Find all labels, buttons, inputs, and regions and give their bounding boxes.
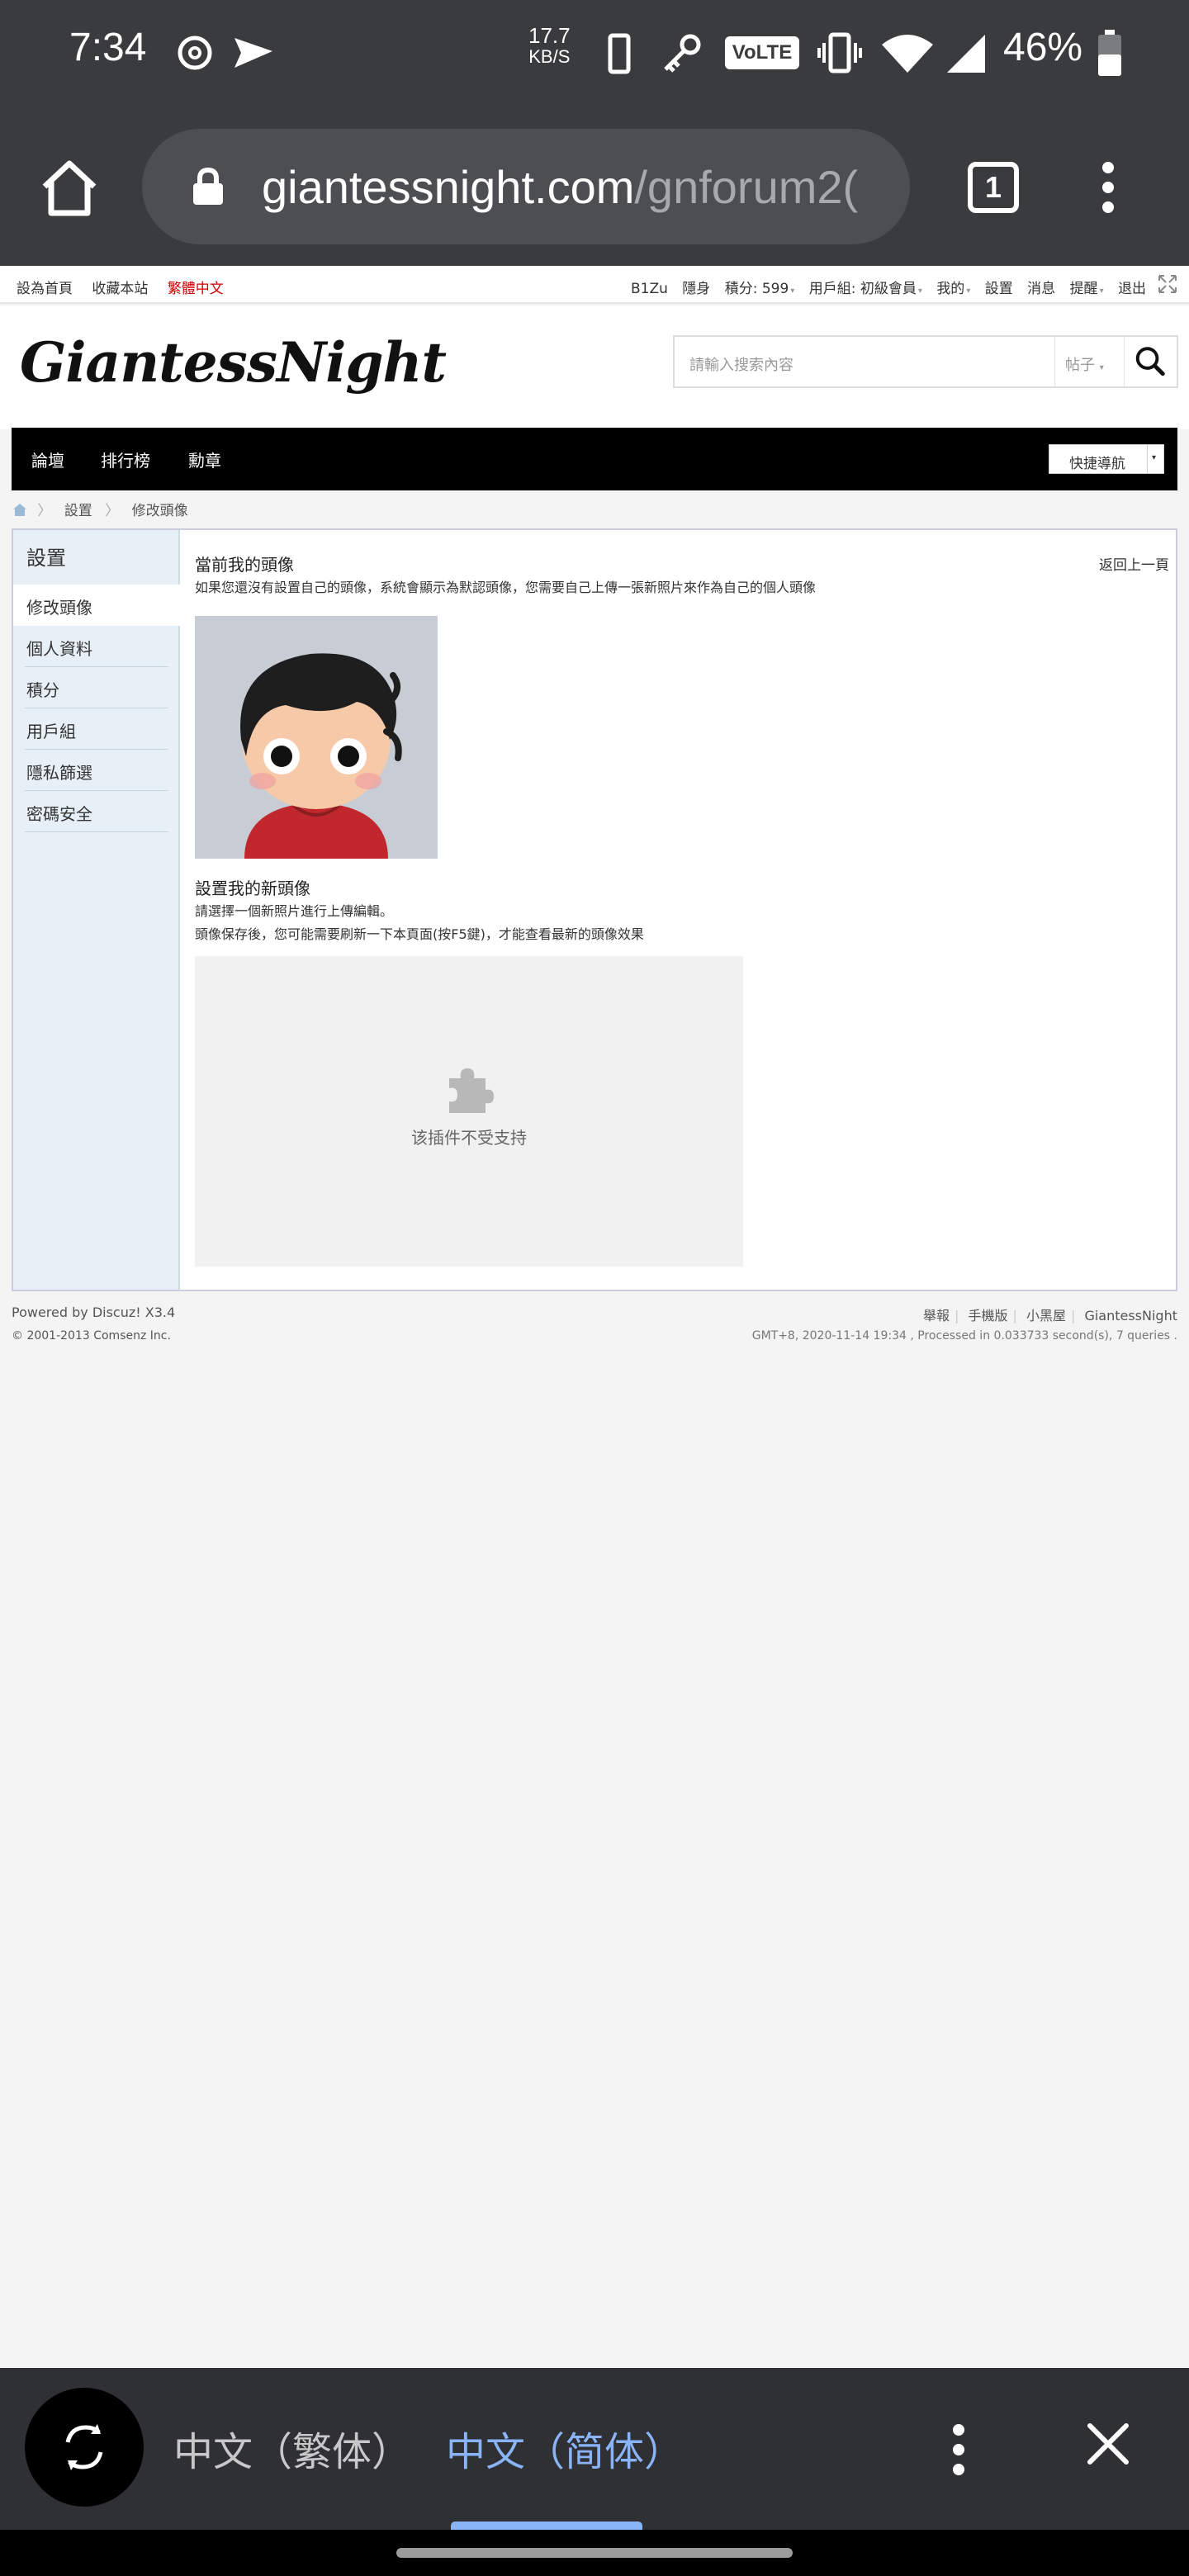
traditional-chinese-link[interactable]: 繁體中文 bbox=[168, 281, 224, 297]
points-link[interactable]: 積分: 599 bbox=[725, 281, 789, 297]
avatar bbox=[195, 616, 438, 859]
lock-icon bbox=[193, 167, 223, 205]
unsupported-plugin-box: 该插件不受支持 bbox=[195, 956, 743, 1267]
main-area: 當前我的頭像 返回上一頁 如果您還沒有設置自己的頭像，系統會顯示為默認頭像，您需… bbox=[195, 543, 1169, 1278]
current-avatar-title: 當前我的頭像 bbox=[195, 555, 294, 575]
url-bar[interactable]: giantessnight.com/gnforum2( bbox=[142, 129, 910, 244]
wifi-icon bbox=[882, 35, 933, 73]
settings-sidebar: 設置 修改頭像 個人資料 積分 用戶組 隱私篩選 密碼安全 bbox=[13, 530, 180, 1290]
send-icon bbox=[234, 38, 272, 68]
settings-link[interactable]: 設置 bbox=[985, 281, 1013, 297]
messages-link[interactable]: 消息 bbox=[1027, 281, 1055, 297]
set-homepage-link[interactable]: 設為首頁 bbox=[17, 281, 73, 297]
breadcrumb: 〉 設置 〉 修改頭像 bbox=[12, 499, 197, 523]
nav-ranking[interactable]: 排行榜 bbox=[101, 447, 150, 471]
new-avatar-title: 設置我的新頭像 bbox=[195, 878, 310, 898]
mobile-link[interactable]: 手機版 bbox=[968, 1308, 1007, 1324]
footer-links: 舉報 | 手機版 | 小黑屋 | GiantessNight bbox=[922, 1308, 1177, 1324]
search-input[interactable]: 請輸入搜索內容 bbox=[689, 353, 793, 375]
nav-forum[interactable]: 論壇 bbox=[31, 447, 64, 471]
expand-icon[interactable] bbox=[1158, 274, 1177, 294]
site-name-link[interactable]: GiantessNight bbox=[1084, 1308, 1177, 1324]
lang-simplified-tab[interactable]: 中文（简体） bbox=[446, 2419, 684, 2477]
status-time: 7:34 bbox=[69, 26, 147, 69]
puzzle-icon bbox=[449, 1068, 494, 1113]
bookmark-link[interactable]: 收藏本站 bbox=[92, 281, 148, 297]
blacklist-link[interactable]: 小黑屋 bbox=[1026, 1308, 1066, 1324]
main-nav: 論壇 排行榜 勳章 快捷導航 ▾ bbox=[12, 428, 1177, 490]
usergroup-link[interactable]: 用戶組: 初級會員 bbox=[809, 281, 917, 297]
plugin-unsupported-text: 该插件不受支持 bbox=[411, 1128, 527, 1148]
sidebar-item-usergroup[interactable]: 用戶組 bbox=[25, 708, 168, 750]
translate-icon[interactable] bbox=[25, 2388, 144, 2507]
site-logo[interactable]: GiantessNight bbox=[20, 330, 447, 395]
sidebar-item-privacy[interactable]: 隱私篩選 bbox=[25, 750, 168, 791]
site-topbar: 設為首頁 收藏本站 繁體中文 B1Zu 隱身 積分: 599 ▾ 用戶組: 初級會… bbox=[0, 266, 1189, 304]
default-avatar-image bbox=[195, 616, 438, 859]
copyright: © 2001-2013 Comsenz Inc. bbox=[12, 1329, 171, 1342]
current-avatar-desc: 如果您還沒有設置自己的頭像，系統會顯示為默認頭像，您需要自己上傳一張新照片來作為… bbox=[195, 580, 817, 595]
invisible-link[interactable]: 隱身 bbox=[682, 281, 710, 297]
processed-info: GMT+8, 2020-11-14 19:34 , Processed in 0… bbox=[751, 1329, 1177, 1342]
vibrate-icon bbox=[817, 32, 862, 73]
gesture-handle[interactable] bbox=[396, 2548, 793, 2558]
my-link[interactable]: 我的 bbox=[936, 281, 964, 297]
sidebar-item-points[interactable]: 積分 bbox=[25, 667, 168, 708]
tab-switcher-button[interactable]: 1 bbox=[968, 162, 1019, 213]
url-text: giantessnight.com/gnforum2( bbox=[262, 161, 859, 213]
powered-by: Powered by Discuz! X3.4 bbox=[12, 1305, 176, 1320]
nav-medals[interactable]: 勳章 bbox=[188, 447, 221, 471]
volte-badge: VoLTE bbox=[725, 36, 799, 69]
new-avatar-desc-1: 請選擇一個新照片進行上傳編輯。 bbox=[195, 903, 394, 919]
username-link[interactable]: B1Zu bbox=[631, 281, 668, 297]
search-box: 請輸入搜索內容 帖子 ▾ bbox=[673, 335, 1178, 388]
sidebar-item-password[interactable]: 密碼安全 bbox=[25, 791, 168, 832]
web-page: 設為首頁 收藏本站 繁體中文 B1Zu 隱身 積分: 599 ▾ 用戶組: 初級會… bbox=[0, 266, 1189, 2368]
status-bar: 7:34 17.7 KB/S VoLTE 46% bbox=[0, 0, 1189, 107]
sidebar-item-profile[interactable]: 個人資料 bbox=[25, 626, 168, 667]
active-tab-indicator bbox=[451, 2522, 642, 2530]
close-icon[interactable] bbox=[1087, 2422, 1130, 2465]
lang-traditional-tab[interactable]: 中文（繁体） bbox=[173, 2419, 411, 2477]
content-panel: 設置 修改頭像 個人資料 積分 用戶組 隱私篩選 密碼安全 當前我的頭像 返回上… bbox=[12, 528, 1177, 1291]
battery-percent: 46% bbox=[1003, 26, 1083, 69]
home-icon[interactable] bbox=[38, 157, 101, 220]
breadcrumb-current: 修改頭像 bbox=[131, 503, 188, 519]
breadcrumb-settings[interactable]: 設置 bbox=[64, 503, 92, 519]
reminders-link[interactable]: 提醒 bbox=[1070, 281, 1098, 297]
system-nav-bar bbox=[0, 2530, 1189, 2576]
translate-menu-icon[interactable] bbox=[950, 2424, 968, 2477]
quick-nav-button[interactable]: 快捷導航 ▾ bbox=[1049, 444, 1164, 474]
search-type-select[interactable]: 帖子 ▾ bbox=[1054, 337, 1124, 386]
back-link[interactable]: 返回上一頁 bbox=[1099, 553, 1169, 574]
report-link[interactable]: 舉報 bbox=[923, 1308, 950, 1324]
sidebar-title: 設置 bbox=[26, 547, 66, 570]
translate-bar: 中文（繁体） 中文（简体） bbox=[0, 2368, 1189, 2530]
search-icon[interactable] bbox=[1124, 337, 1177, 386]
battery-icon bbox=[1098, 30, 1121, 76]
site-header: GiantessNight 請輸入搜索內容 帖子 ▾ bbox=[0, 305, 1189, 429]
app-notification-icon bbox=[178, 36, 212, 70]
network-speed: 17.7 KB/S bbox=[528, 23, 571, 67]
browser-toolbar: giantessnight.com/gnforum2( 1 bbox=[0, 107, 1189, 266]
new-avatar-desc-2: 頭像保存後，您可能需要刷新一下本頁面(按F5鍵)，才能查看最新的頭像效果 bbox=[195, 926, 644, 942]
logout-link[interactable]: 退出 bbox=[1118, 281, 1146, 297]
browser-menu-icon[interactable] bbox=[1098, 162, 1118, 215]
key-icon bbox=[664, 34, 701, 73]
sidebar-item-avatar[interactable]: 修改頭像 bbox=[13, 585, 180, 626]
signal-icon bbox=[947, 35, 985, 73]
phone-icon bbox=[608, 33, 631, 74]
home-icon[interactable] bbox=[12, 502, 28, 517]
chevron-down-icon: ▾ bbox=[1147, 445, 1163, 473]
